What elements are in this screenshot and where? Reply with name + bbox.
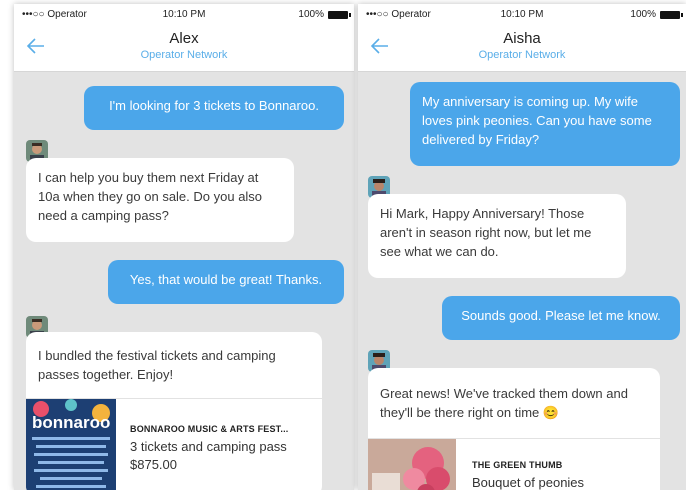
product-image: bonnaroo [26,399,116,490]
product-name: THE GREEN THUMB [472,460,563,470]
agent-message-bubble: Hi Mark, Happy Anniversary! Those aren't… [368,194,626,278]
peonies-photo-icon [368,439,456,490]
user-message-bubble: My anniversary is coming up. My wife lov… [410,82,680,166]
battery-percent: 100% [298,9,324,20]
product-image [368,439,456,490]
agent-message-bubble: I can help you buy them next Friday at 1… [26,158,294,242]
network-name: Operator Network [140,49,228,61]
chat-screen-aisha: •••○○ Operator 10:10 PM 100% Aisha Opera… [358,4,686,490]
product-name: BONNAROO MUSIC & ARTS FEST... [130,424,289,434]
status-bar: •••○○ Operator 10:10 PM 100% [358,4,686,26]
product-price: $875.00 [130,457,177,472]
poster-logo-text: bonnaroo [32,413,111,432]
product-card[interactable]: I bundled the festival tickets and campi… [26,332,322,490]
chat-screen-alex: •••○○ Operator 10:10 PM 100% Alex Operat… [14,4,354,490]
user-message-bubble: Yes, that would be great! Thanks. [108,260,344,304]
battery-icon [328,11,351,19]
contact-name: Alex [169,30,199,47]
status-bar: •••○○ Operator 10:10 PM 100% [14,4,354,26]
user-message-bubble: I'm looking for 3 tickets to Bonnaroo. [84,86,344,130]
agent-message-text: Great news! We've tracked them down and … [380,386,628,420]
user-message-bubble: Sounds good. Please let me know. [442,296,680,340]
network-name: Operator Network [478,49,566,61]
battery-icon [660,11,683,19]
battery-percent: 100% [630,9,656,20]
chat-header: Alex Operator Network [14,26,354,72]
chat-header: Aisha Operator Network [358,26,686,72]
contact-name: Aisha [503,30,541,47]
product-description: Bouquet of peonies [472,475,585,490]
product-description: 3 tickets and camping pass [130,439,287,454]
product-card[interactable]: Great news! We've tracked them down and … [368,368,660,490]
agent-message-text: I bundled the festival tickets and campi… [38,348,276,382]
